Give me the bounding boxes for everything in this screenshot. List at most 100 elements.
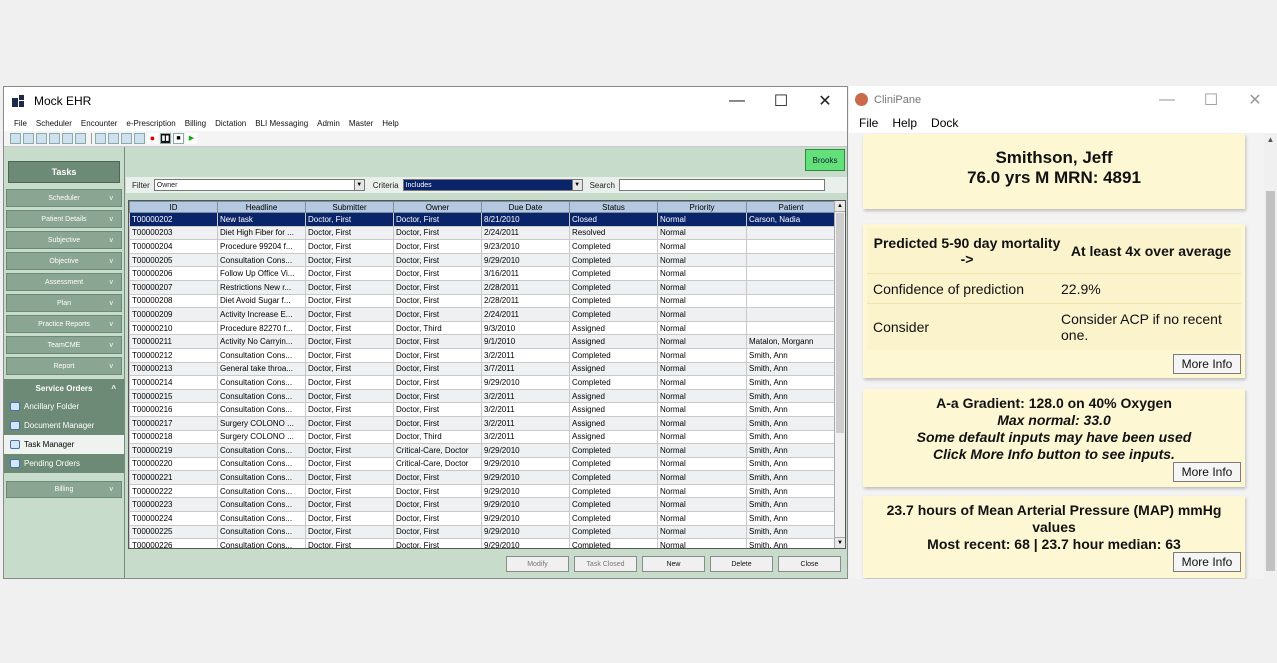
print-icon[interactable] [108,133,119,144]
menu-help[interactable]: Help [892,116,917,130]
new-button[interactable]: New [642,556,705,572]
search-input[interactable] [618,179,825,191]
menu-encounter[interactable]: Encounter [81,119,117,128]
user-down-icon[interactable] [49,133,60,144]
filter-select[interactable]: Owner ▼ [153,179,365,191]
criteria-select[interactable]: Includes ▼ [402,179,583,191]
menu-scheduler[interactable]: Scheduler [36,119,72,128]
table-row[interactable]: T00000219 Consultation Cons... Doctor, Fir… [129,443,836,458]
scroll-up-icon[interactable]: ▲ [835,201,845,212]
col-headline[interactable]: Headline [217,201,306,213]
sync-icon[interactable] [62,133,73,144]
menu-eprescription[interactable]: e-Prescription [126,119,175,128]
menu-billing[interactable]: Billing [185,119,206,128]
sidebar-item-assessment[interactable]: Assessment v [6,273,122,291]
menu-bli-messaging[interactable]: BLI Messaging [255,119,308,128]
table-row[interactable]: T00000204 Procedure 99204 f... Doctor, Fir… [129,239,836,254]
home-icon[interactable] [121,133,132,144]
table-row[interactable]: T00000202 New task Doctor, First Doctor, Fi… [129,212,836,227]
table-row[interactable]: T00000214 Consultation Cons... Doctor, Fir… [129,375,836,390]
grid-scrollbar[interactable]: ▲ ▼ [834,201,845,548]
table-row[interactable]: T00000217 Surgery COLONO ... Doctor, First… [129,415,836,431]
table-row[interactable]: T00000209 Activity Increase E... Doctor, F… [129,307,836,322]
sidebar-item-document-manager[interactable]: Document Manager [4,416,124,435]
sidebar-item-billing[interactable]: Billing v [6,481,122,498]
close-icon[interactable]: ✕ [803,87,847,115]
col-due-date[interactable]: Due Date [481,201,570,213]
table-row[interactable]: T00000210 Procedure 82270 f... Doctor, Fir… [129,320,836,336]
clinipane-scrollbar[interactable]: ▲ [1264,133,1277,579]
close-icon[interactable]: ✕ [1233,86,1277,113]
minimize-icon[interactable]: — [1145,86,1189,113]
col-submitter[interactable]: Submitter [305,201,394,213]
play-icon[interactable]: ▶ [186,133,197,144]
user-badge[interactable]: Brooks [805,149,845,171]
table-row[interactable]: T00000212 Consultation Cons... Doctor, Fir… [129,347,836,363]
task-closed-button[interactable]: Task Closed [574,556,637,572]
menu-admin[interactable]: Admin [317,119,340,128]
table-row[interactable]: T00000213 General take throa... Doctor, Fi… [129,361,836,377]
col-id[interactable]: ID [129,201,218,213]
minimize-icon[interactable]: — [715,87,759,115]
col-patient[interactable]: Patient [746,201,836,213]
table-row[interactable]: T00000224 Consultation Cons... Doctor, Fir… [129,511,836,526]
delete-button[interactable]: Delete [710,556,773,572]
chart-icon[interactable] [95,133,106,144]
table-row[interactable]: T00000211 Activity No Carryin... Doctor, F… [129,334,836,349]
table-row[interactable]: T00000221 Consultation Cons... Doctor, Fir… [129,470,836,485]
modify-button[interactable]: Modify [506,556,569,572]
pause-icon[interactable]: ▮▮ [160,133,171,144]
sidebar-item-pending-orders[interactable]: Pending Orders [4,454,124,473]
menu-dock[interactable]: Dock [931,116,958,130]
sidebar-item-task-manager[interactable]: Task Manager [4,435,124,454]
table-row[interactable]: T00000207 Restrictions New r... Doctor, Fi… [129,279,836,295]
sidebar-item-ancillary-folder[interactable]: Ancillary Folder [4,397,124,416]
table-row[interactable]: T00000215 Consultation Cons... Doctor, Fir… [129,388,836,404]
sidebar-item-subjective[interactable]: Subjective v [6,231,122,249]
tasks-header[interactable]: Tasks [8,161,120,183]
table-row[interactable]: T00000222 Consultation Cons... Doctor, Fir… [129,483,836,499]
scroll-thumb[interactable] [1266,191,1275,571]
menu-file[interactable]: File [859,116,878,130]
sidebar-item-plan[interactable]: Plan v [6,294,122,312]
users-icon[interactable] [75,133,86,144]
col-status[interactable]: Status [569,201,658,213]
table-row[interactable]: T00000206 Follow Up Office Vi... Doctor, F… [129,266,836,281]
scroll-thumb[interactable] [836,213,844,433]
table-row[interactable]: T00000225 Consultation Cons... Doctor, Fir… [129,524,836,540]
gradient-more-info-button[interactable]: More Info [1173,462,1241,482]
col-priority[interactable]: Priority [657,201,747,213]
sidebar-item-report[interactable]: Report v [6,357,122,375]
table-row[interactable]: T00000223 Consultation Cons... Doctor, Fir… [129,497,836,513]
table-row[interactable]: T00000205 Consultation Cons... Doctor, Fir… [129,252,836,268]
scroll-up-icon[interactable]: ▲ [1264,135,1277,144]
user-up-icon[interactable] [36,133,47,144]
sidebar-item-practice-reports[interactable]: Practice Reports v [6,315,122,333]
map-more-info-button[interactable]: More Info [1173,552,1241,572]
col-owner[interactable]: Owner [393,201,482,213]
table-row[interactable]: T00000220 Consultation Cons... Doctor, Fir… [129,456,836,472]
sidebar-item-patient-details[interactable]: Patient Details v [6,210,122,228]
service-orders-header[interactable]: Service Orders ^ [4,379,124,397]
sidebar-item-teamcme[interactable]: TeamCME v [6,336,122,354]
table-row[interactable]: T00000218 Surgery COLONO ... Doctor, First… [129,429,836,445]
close-button[interactable]: Close [778,556,841,572]
table-row[interactable]: T00000226 Consultation Cons... Doctor, Fir… [129,538,836,548]
menu-help[interactable]: Help [382,119,398,128]
sidebar-item-scheduler[interactable]: Scheduler v [6,189,122,207]
record-icon[interactable]: ● [147,133,158,144]
sidebar-item-objective[interactable]: Objective v [6,252,122,270]
menu-master[interactable]: Master [349,119,373,128]
open-icon[interactable] [10,133,21,144]
refresh-icon[interactable] [23,133,34,144]
maximize-icon[interactable]: ☐ [759,87,803,115]
table-row[interactable]: T00000216 Consultation Cons... Doctor, Fir… [129,402,836,417]
menu-file[interactable]: File [14,119,27,128]
table-row[interactable]: T00000208 Diet Avoid Sugar f... Doctor, Fi… [129,293,836,309]
table-row[interactable]: T00000203 Diet High Fiber for ... Doctor, … [129,225,836,241]
menu-dictation[interactable]: Dictation [215,119,246,128]
scroll-down-icon[interactable]: ▼ [835,537,845,548]
note-icon[interactable] [134,133,145,144]
stop-icon[interactable]: ■ [173,133,184,144]
maximize-icon[interactable]: ☐ [1189,86,1233,113]
